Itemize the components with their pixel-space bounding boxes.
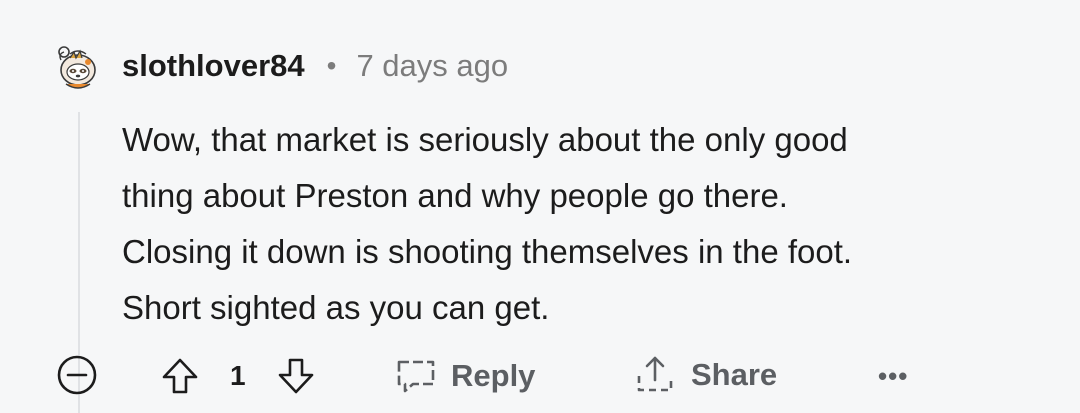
more-options-button[interactable]: •••	[878, 363, 908, 389]
downvote-button[interactable]	[276, 356, 316, 396]
reply-button[interactable]: Reply	[393, 356, 535, 396]
comment-header: slothlover84 • 7 days ago	[122, 44, 508, 88]
comment: slothlover84 • 7 days ago Wow, that mark…	[0, 0, 1080, 413]
share-label: Share	[691, 357, 778, 392]
share-button[interactable]: Share	[633, 354, 777, 396]
comment-timestamp[interactable]: 7 days ago	[356, 48, 508, 84]
username-link[interactable]: slothlover84	[122, 48, 305, 84]
collapse-button[interactable]	[56, 354, 98, 396]
reply-label: Reply	[451, 358, 536, 393]
comment-actions: 1 Reply Share •••	[0, 346, 1080, 406]
reply-bubble-icon	[397, 360, 435, 393]
upvote-button[interactable]	[160, 356, 200, 396]
separator-dot: •	[326, 50, 337, 81]
comment-line: Wow, that market is seriously about the …	[122, 121, 848, 158]
downvote-arrow-icon	[278, 358, 314, 394]
vote-count: 1	[230, 360, 246, 391]
comment-line: thing about Preston and why people go th…	[122, 177, 788, 214]
upvote-arrow-icon	[162, 358, 198, 394]
share-upload-icon	[637, 356, 673, 392]
comment-line: Closing it down is shooting themselves i…	[122, 233, 853, 270]
collapse-minus-icon	[57, 355, 97, 395]
comment-body: Wow, that market is seriously about the …	[122, 112, 1052, 336]
comment-line: Short sighted as you can get.	[122, 289, 550, 326]
sloth-avatar-icon[interactable]	[52, 40, 104, 92]
